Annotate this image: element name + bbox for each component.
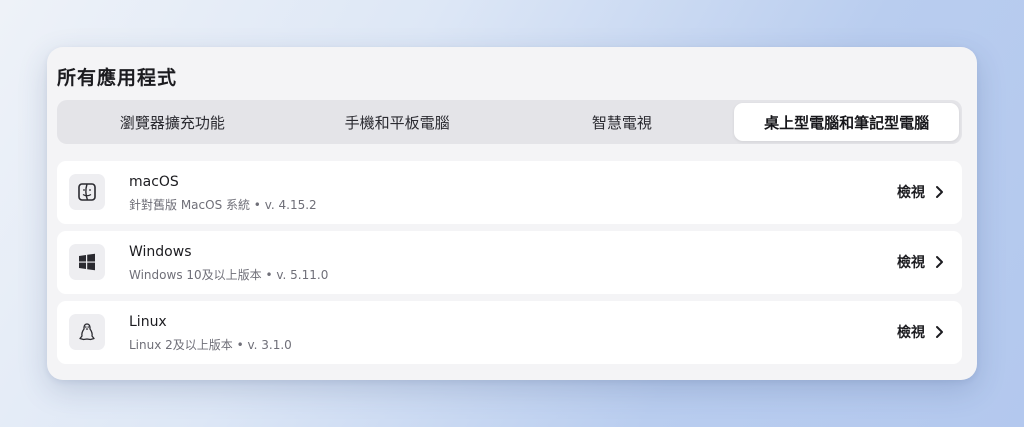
app-name: Windows [129, 244, 192, 260]
panel-title: 所有應用程式 [57, 67, 178, 89]
app-name: Linux [129, 314, 167, 330]
app-row-linux[interactable]: Linux Linux 2及以上版本 • v. 3.1.0 檢視 [57, 301, 962, 364]
view-label: 檢視 [897, 325, 925, 341]
app-name: macOS [129, 174, 179, 190]
tab-browser-extensions[interactable]: 瀏覽器擴充功能 [60, 103, 285, 141]
linux-tux-icon [69, 314, 105, 350]
tab-smart-tv[interactable]: 智慧電視 [510, 103, 735, 141]
finder-icon [69, 174, 105, 210]
chevron-right-icon [936, 256, 943, 268]
app-subtitle: Windows 10及以上版本 • v. 5.11.0 [129, 268, 329, 282]
chevron-right-icon [936, 326, 943, 338]
app-subtitle: Linux 2及以上版本 • v. 3.1.0 [129, 338, 292, 352]
view-label: 檢視 [897, 255, 925, 271]
windows-icon [69, 244, 105, 280]
view-button-linux[interactable]: 檢視 [897, 322, 944, 342]
tab-desktop-laptop[interactable]: 桌上型電腦和筆記型電腦 [734, 103, 959, 141]
view-button-macos[interactable]: 檢視 [897, 182, 944, 202]
chevron-right-icon [936, 186, 943, 198]
app-row-windows[interactable]: Windows Windows 10及以上版本 • v. 5.11.0 檢視 [57, 231, 962, 294]
view-label: 檢視 [897, 185, 925, 201]
view-button-windows[interactable]: 檢視 [897, 252, 944, 272]
app-row-macos[interactable]: macOS 針對舊版 MacOS 系統 • v. 4.15.2 檢視 [57, 161, 962, 224]
platform-tabs: 瀏覽器擴充功能 手機和平板電腦 智慧電視 桌上型電腦和筆記型電腦 [57, 100, 962, 144]
app-subtitle: 針對舊版 MacOS 系統 • v. 4.15.2 [129, 198, 317, 212]
all-apps-panel: 所有應用程式 瀏覽器擴充功能 手機和平板電腦 智慧電視 桌上型電腦和筆記型電腦 … [47, 47, 977, 380]
tab-mobile-tablet[interactable]: 手機和平板電腦 [285, 103, 510, 141]
